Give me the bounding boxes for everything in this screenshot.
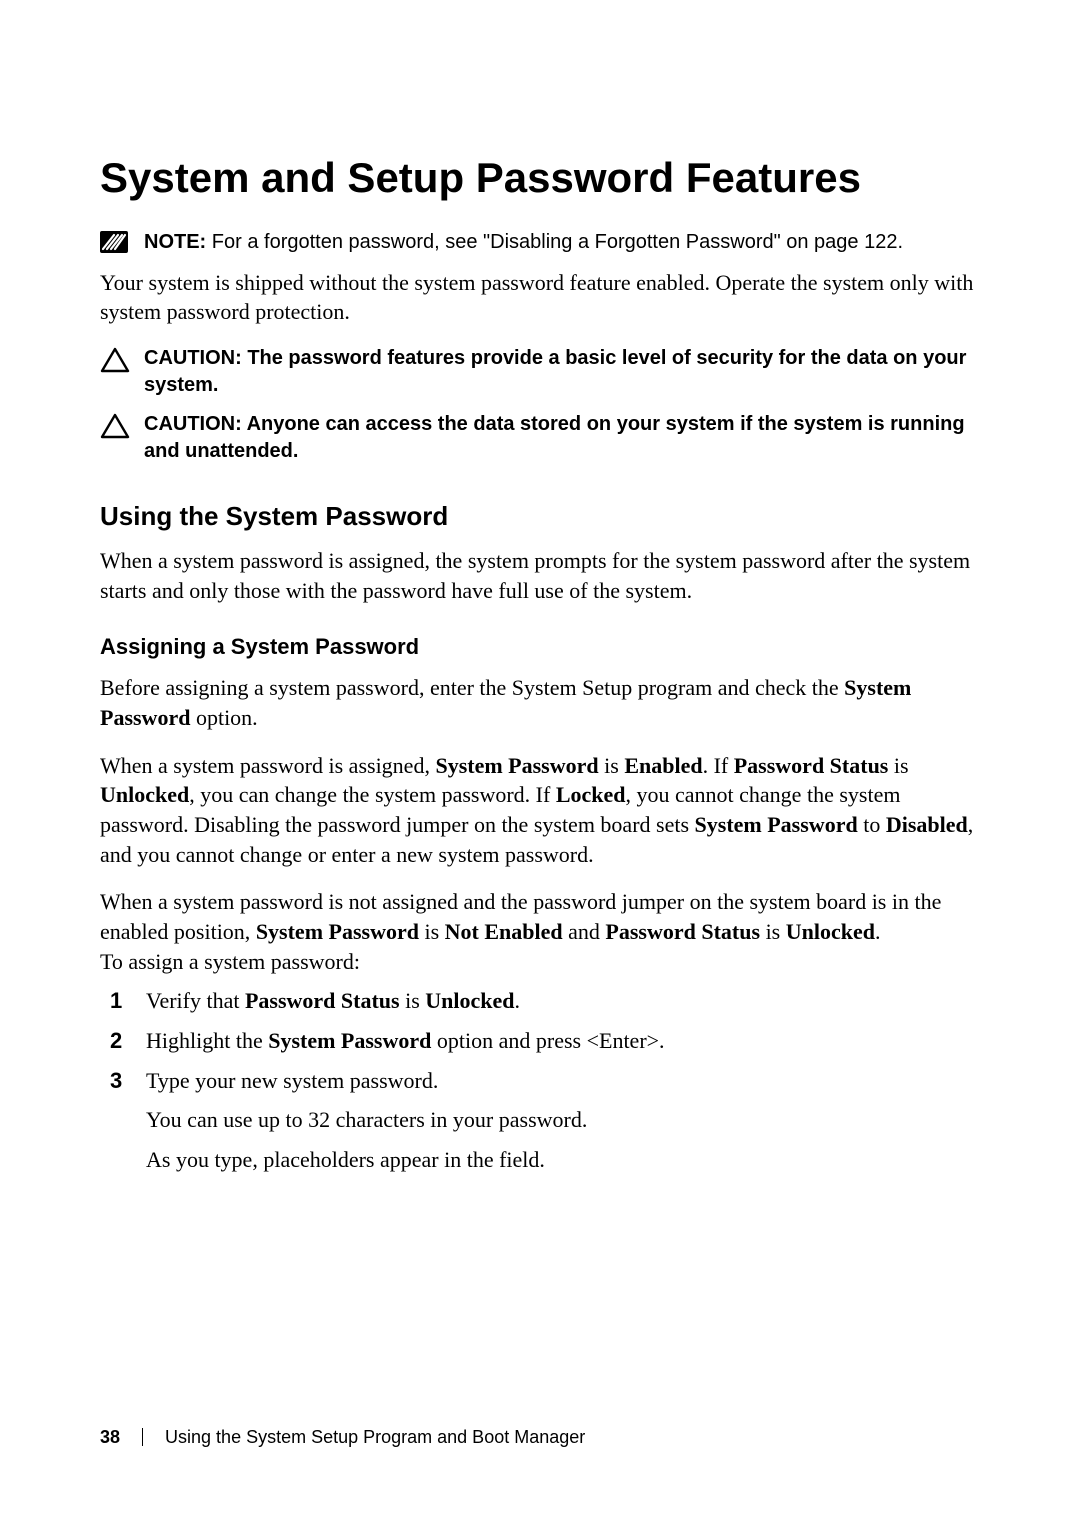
subheading-using-system-password: Using the System Password bbox=[100, 499, 980, 534]
text-run-bold: Password Status bbox=[734, 753, 889, 778]
step-content: Verify that Password Status is Unlocked. bbox=[146, 986, 980, 1016]
text-run: Verify that bbox=[146, 988, 245, 1013]
caution-callout: CAUTION: Anyone can access the data stor… bbox=[100, 411, 980, 465]
caution-text: CAUTION: Anyone can access the data stor… bbox=[144, 411, 980, 465]
caution-label: CAUTION: bbox=[144, 413, 242, 435]
caution-body: Anyone can access the data stored on you… bbox=[144, 413, 965, 462]
caution-text: CAUTION: The password features provide a… bbox=[144, 345, 980, 399]
steps-list: 1 Verify that Password Status is Unlocke… bbox=[100, 986, 980, 1174]
text-run: Type your new system password. bbox=[146, 1066, 980, 1096]
list-item: 2 Highlight the System Password option a… bbox=[100, 1026, 980, 1056]
page-number: 38 bbox=[100, 1425, 120, 1449]
text-run: . If bbox=[703, 753, 734, 778]
page-title: System and Setup Password Features bbox=[100, 150, 980, 207]
caution-icon bbox=[100, 411, 144, 439]
text-run-bold: Unlocked bbox=[425, 988, 514, 1013]
list-item: 3 Type your new system password. You can… bbox=[100, 1066, 980, 1175]
text-run-bold: Password Status bbox=[245, 988, 400, 1013]
text-run: is bbox=[400, 988, 426, 1013]
body-paragraph: When a system password is not assigned a… bbox=[100, 887, 980, 976]
page-footer: 38 Using the System Setup Program and Bo… bbox=[100, 1425, 585, 1449]
text-run: option. bbox=[190, 705, 257, 730]
text-run: You can use up to 32 characters in your … bbox=[146, 1105, 980, 1135]
note-icon bbox=[100, 229, 144, 253]
text-run-bold: Disabled bbox=[886, 812, 968, 837]
text-run: , you can change the system password. If bbox=[189, 782, 556, 807]
text-run-bold: System Password bbox=[695, 812, 858, 837]
text-run-bold: Unlocked bbox=[100, 782, 189, 807]
footer-section: Using the System Setup Program and Boot … bbox=[165, 1425, 585, 1449]
text-run: Before assigning a system password, ente… bbox=[100, 675, 844, 700]
footer-divider bbox=[142, 1428, 143, 1446]
text-run-bold: System Password bbox=[256, 919, 419, 944]
text-run: is bbox=[599, 753, 625, 778]
subheading-assigning-system-password: Assigning a System Password bbox=[100, 632, 980, 662]
caution-icon bbox=[100, 345, 144, 373]
step-number: 2 bbox=[100, 1026, 146, 1056]
text-run: Highlight the bbox=[146, 1028, 268, 1053]
text-run: To assign a system password: bbox=[100, 949, 360, 974]
text-run: and bbox=[563, 919, 606, 944]
caution-label: CAUTION: bbox=[144, 347, 242, 369]
text-run-bold: Enabled bbox=[624, 753, 702, 778]
text-run: option and press <Enter>. bbox=[431, 1028, 664, 1053]
step-number: 1 bbox=[100, 986, 146, 1016]
text-run: . bbox=[515, 988, 521, 1013]
caution-callout: CAUTION: The password features provide a… bbox=[100, 345, 980, 399]
text-run-bold: Password Status bbox=[605, 919, 760, 944]
text-run: When a system password is assigned, bbox=[100, 753, 435, 778]
text-run: to bbox=[858, 812, 886, 837]
text-run-bold: System Password bbox=[268, 1028, 431, 1053]
text-run-bold: Not Enabled bbox=[445, 919, 563, 944]
text-run: is bbox=[760, 919, 786, 944]
text-run: is bbox=[888, 753, 908, 778]
text-run-bold: Locked bbox=[556, 782, 626, 807]
body-paragraph: Before assigning a system password, ente… bbox=[100, 673, 980, 732]
text-run: . bbox=[875, 919, 881, 944]
intro-paragraph: Your system is shipped without the syste… bbox=[100, 268, 980, 327]
text-run-bold: System Password bbox=[435, 753, 598, 778]
list-item: 1 Verify that Password Status is Unlocke… bbox=[100, 986, 980, 1016]
text-run-bold: Unlocked bbox=[786, 919, 875, 944]
caution-body: The password features provide a basic le… bbox=[144, 347, 966, 396]
note-text: NOTE: For a forgotten password, see "Dis… bbox=[144, 229, 980, 256]
note-body: For a forgotten password, see "Disabling… bbox=[206, 231, 903, 253]
text-run: is bbox=[419, 919, 445, 944]
body-paragraph: When a system password is assigned, the … bbox=[100, 546, 980, 605]
note-label: NOTE: bbox=[144, 231, 206, 253]
body-paragraph: When a system password is assigned, Syst… bbox=[100, 751, 980, 870]
step-number: 3 bbox=[100, 1066, 146, 1096]
document-page: System and Setup Password Features NOTE:… bbox=[0, 0, 1080, 1529]
step-content: Type your new system password. You can u… bbox=[146, 1066, 980, 1175]
note-callout: NOTE: For a forgotten password, see "Dis… bbox=[100, 229, 980, 256]
step-content: Highlight the System Password option and… bbox=[146, 1026, 980, 1056]
text-run: As you type, placeholders appear in the … bbox=[146, 1145, 980, 1175]
